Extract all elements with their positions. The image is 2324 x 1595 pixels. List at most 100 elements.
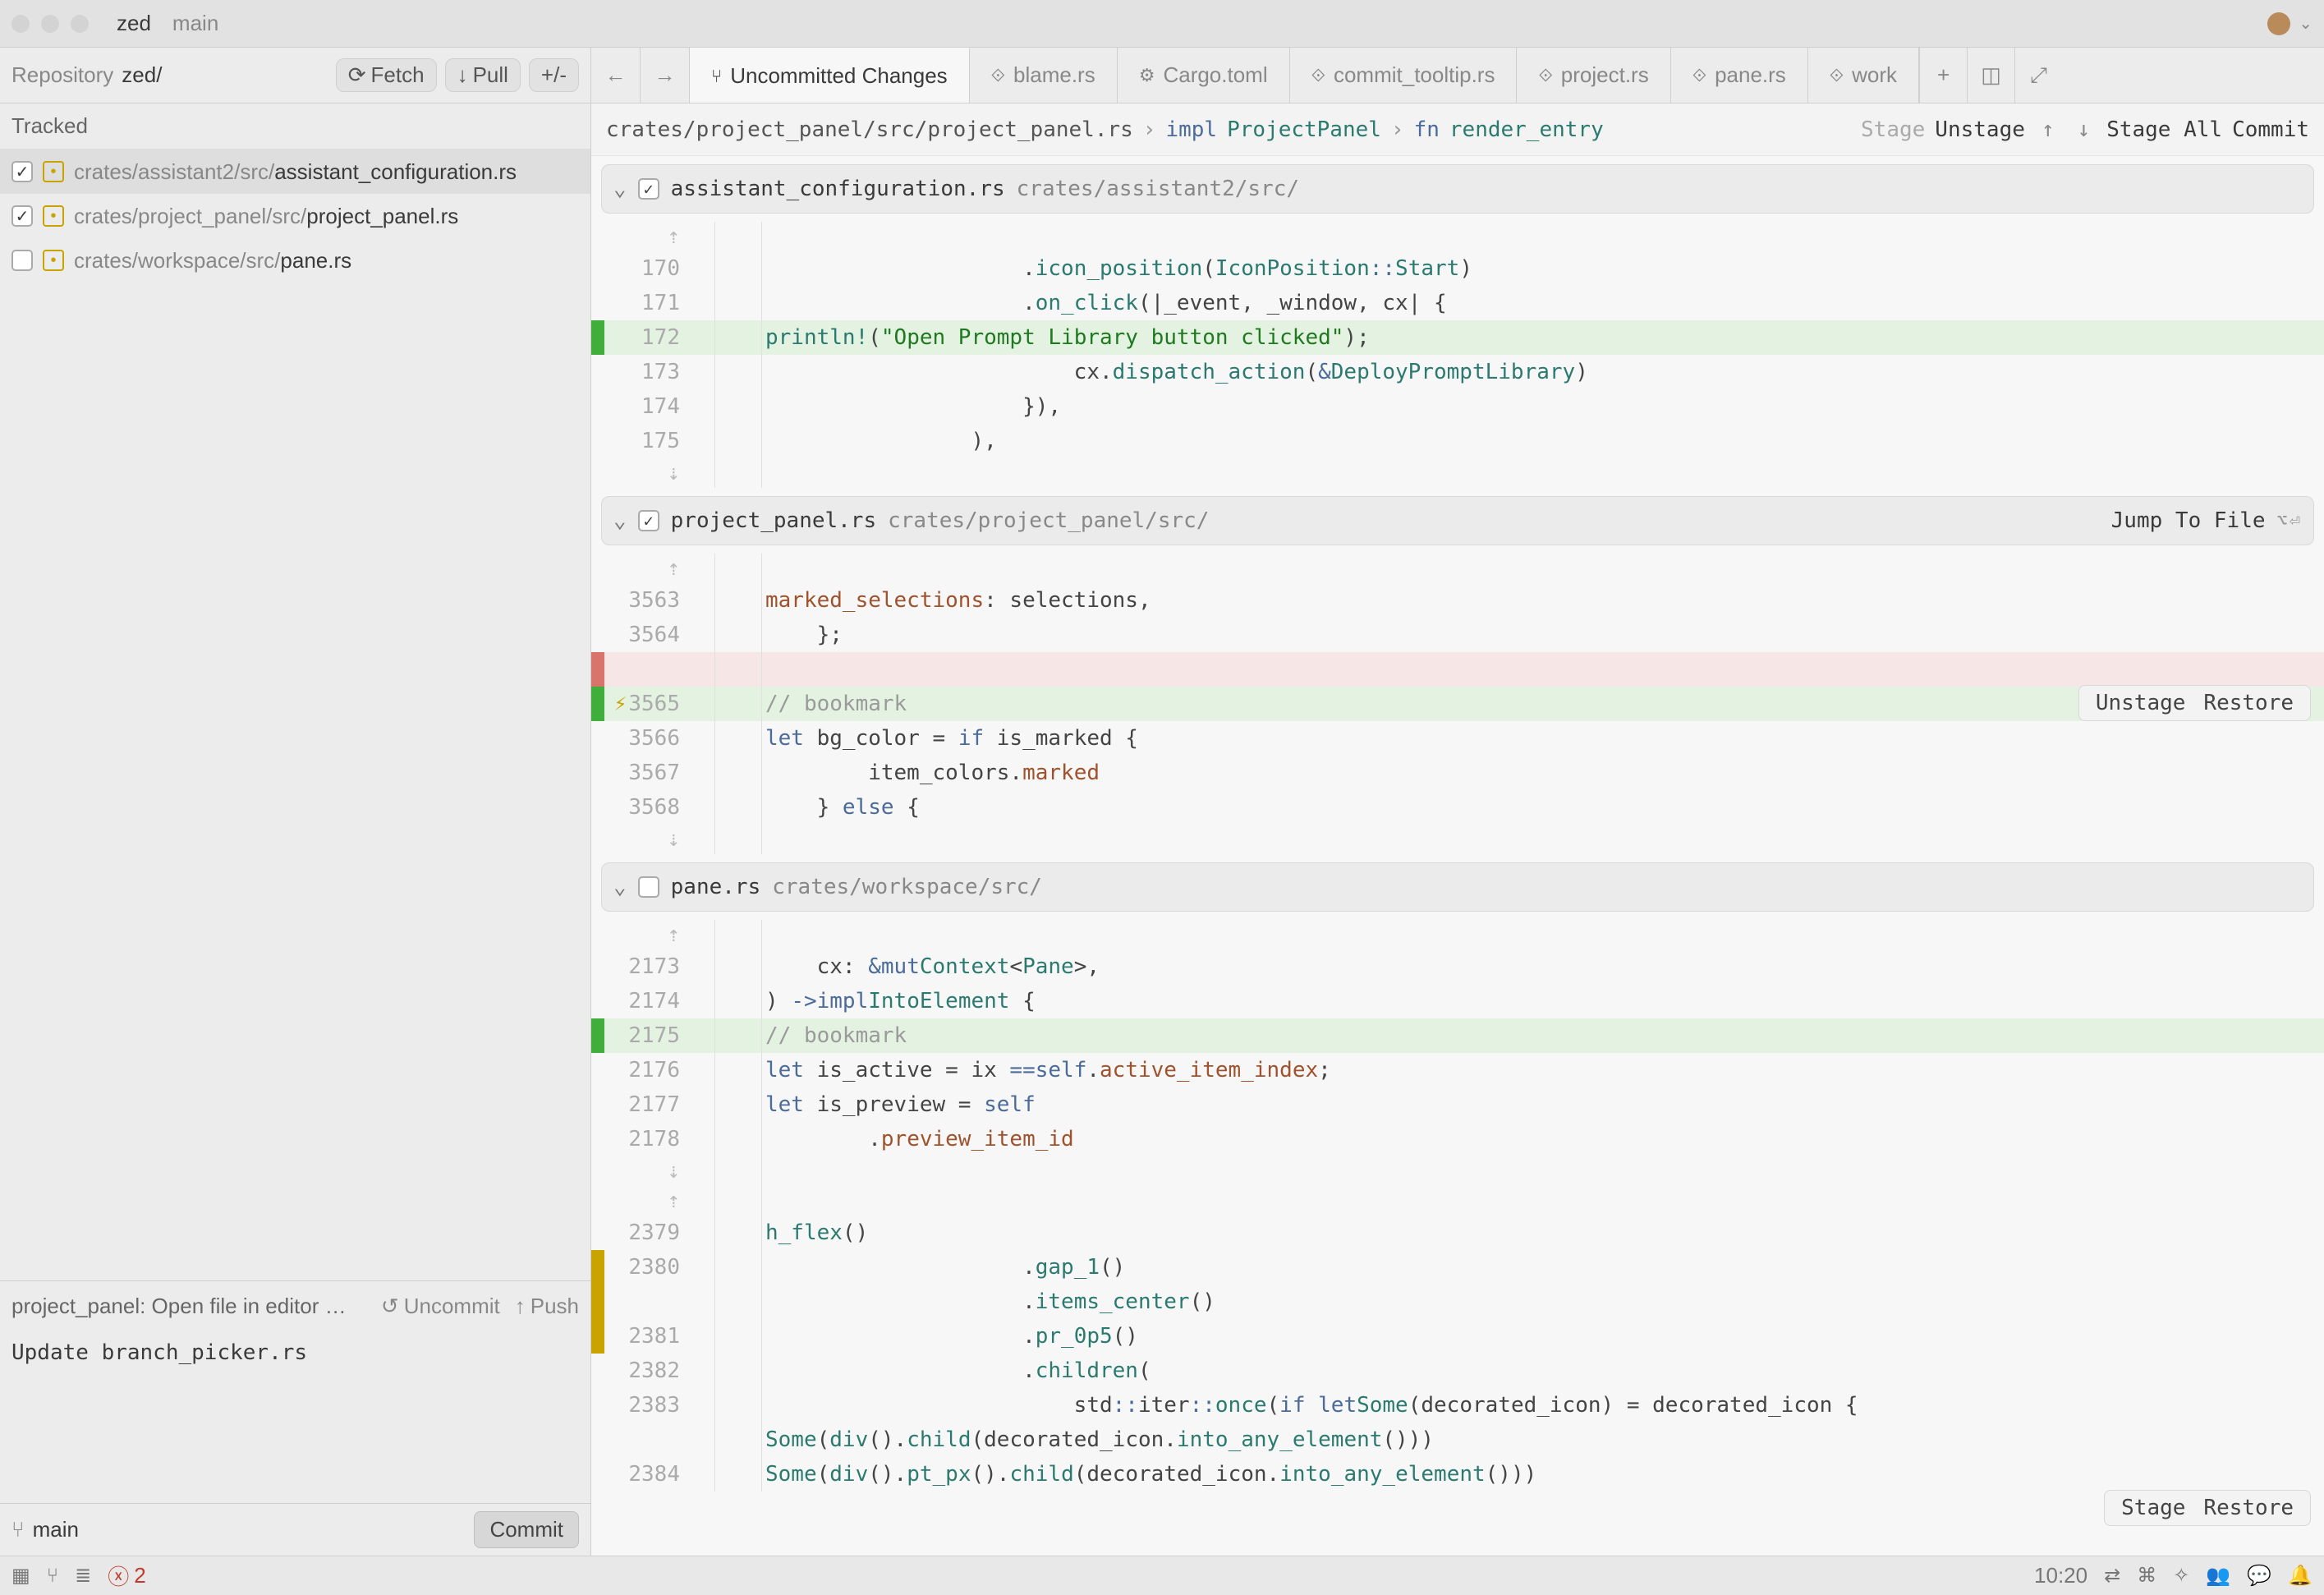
- collab-icon[interactable]: 👥: [2206, 1564, 2230, 1588]
- file-header[interactable]: ⌄ project_panel.rs crates/project_panel/…: [601, 496, 2314, 545]
- stage-checkbox[interactable]: [11, 205, 33, 227]
- prev-hunk-icon[interactable]: ↑: [2035, 117, 2061, 142]
- tab[interactable]: ⟐pane.rs: [1671, 48, 1808, 103]
- commit-message-input[interactable]: Update branch_picker.rs: [0, 1331, 590, 1503]
- file-name: assistant_configuration.rs: [671, 177, 1005, 201]
- maximize-button[interactable]: ⤢: [2014, 48, 2062, 103]
- file-list: crates/assistant2/src/assistant_configur…: [0, 149, 590, 1280]
- git-icon[interactable]: ⑂: [47, 1565, 58, 1588]
- tab[interactable]: ⑂Uncommitted Changes: [690, 48, 970, 103]
- tab[interactable]: ⚙Cargo.toml: [1118, 48, 1290, 103]
- nav-back-button[interactable]: ←: [591, 48, 641, 103]
- file-path: crates/project_panel/src/project_panel.r…: [74, 204, 458, 229]
- file-row[interactable]: crates/assistant2/src/assistant_configur…: [0, 149, 590, 194]
- file-row[interactable]: crates/project_panel/src/project_panel.r…: [0, 194, 590, 238]
- code-line: 2177 let is_preview = self: [591, 1087, 2324, 1122]
- tab-icon: ⚙: [1139, 65, 1155, 86]
- tab-icon: ⑂: [711, 66, 722, 87]
- branch-label[interactable]: main: [33, 1517, 79, 1542]
- unstage-hunk-button[interactable]: Unstage: [2089, 691, 2193, 715]
- breadcrumb: crates/project_panel/src/project_panel.r…: [591, 103, 2324, 156]
- diff-view[interactable]: ⌄ assistant_configuration.rs crates/assi…: [591, 156, 2324, 1556]
- code-line: 171 .on_click(|_event, _window, cx| {: [591, 286, 2324, 320]
- tab[interactable]: ⟐ blame.rs: [970, 48, 1118, 103]
- restore-hunk-button[interactable]: Restore: [2197, 691, 2300, 715]
- close-dot[interactable]: [11, 15, 30, 33]
- git-panel: Repository zed/ ⟳ Fetch ↓ Pull +/- Track…: [0, 48, 591, 1556]
- bell-icon[interactable]: 🔔: [2288, 1564, 2313, 1588]
- outline-icon[interactable]: ≣: [75, 1564, 91, 1588]
- unstage-button[interactable]: Unstage: [1935, 117, 2025, 142]
- diagnostics-button[interactable]: ⓧ2: [108, 1561, 145, 1591]
- expand-down-icon[interactable]: ⇣: [604, 825, 690, 854]
- branch-name[interactable]: main: [172, 11, 218, 36]
- pull-button[interactable]: ↓ Pull: [445, 58, 521, 92]
- expand-down-icon[interactable]: ⇣: [604, 1156, 690, 1186]
- new-tab-button[interactable]: +: [1919, 48, 1967, 103]
- modified-icon: [43, 205, 64, 227]
- tab-label: project.rs: [1561, 62, 1649, 88]
- hunk-actions: UnstageRestore: [2078, 685, 2311, 721]
- file-header[interactable]: ⌄ pane.rs crates/workspace/src/: [601, 862, 2314, 912]
- tab-label: blame.rs: [1013, 62, 1095, 88]
- restore-hunk-button[interactable]: Restore: [2197, 1496, 2300, 1520]
- crumb-kw-fn: fn: [1414, 117, 1440, 142]
- crumb-type[interactable]: ProjectPanel: [1227, 117, 1381, 142]
- file-stage-checkbox[interactable]: [638, 876, 659, 898]
- crumb-path[interactable]: crates/project_panel/src/project_panel.r…: [606, 117, 1133, 142]
- keybind-hint: ⌥⏎: [2277, 511, 2303, 531]
- split-button[interactable]: ◫: [1967, 48, 2014, 103]
- commit-area: project_panel: Open file in editor … ↺Un…: [0, 1280, 590, 1556]
- code-line: 173 cx.dispatch_action(&DeployPromptLibr…: [591, 355, 2324, 389]
- repo-name[interactable]: zed/: [122, 62, 162, 88]
- next-hunk-icon[interactable]: ↓: [2071, 117, 2097, 142]
- chevron-down-icon[interactable]: ⌄: [613, 508, 627, 533]
- chat-icon[interactable]: 💬: [2247, 1564, 2271, 1588]
- min-dot[interactable]: [41, 15, 59, 33]
- file-stage-checkbox[interactable]: [638, 510, 659, 531]
- code-line: 174 }),: [591, 389, 2324, 424]
- tab-icon: ⟐: [991, 65, 1005, 86]
- push-button[interactable]: ↑Push: [515, 1294, 579, 1319]
- jump-to-file-button[interactable]: Jump To File: [2111, 508, 2266, 533]
- chevron-down-icon[interactable]: ⌄: [2299, 13, 2313, 34]
- chevron-down-icon[interactable]: ⌄: [613, 875, 627, 899]
- tab[interactable]: ⟐commit_tooltip.rs: [1290, 48, 1518, 103]
- expand-up-icon[interactable]: ⇡: [604, 222, 690, 251]
- file-header[interactable]: ⌄ assistant_configuration.rs crates/assi…: [601, 164, 2314, 214]
- commit-button[interactable]: Commit: [474, 1511, 579, 1548]
- expand-down-icon[interactable]: ⇣: [604, 458, 690, 488]
- expand-up-icon[interactable]: ⇡: [604, 920, 690, 949]
- terminal-icon[interactable]: ⌘: [2137, 1564, 2156, 1588]
- fetch-button[interactable]: ⟳ Fetch: [336, 58, 437, 92]
- code-line: 3566 let bg_color = if is_marked {: [591, 721, 2324, 756]
- file-stage-checkbox[interactable]: [638, 178, 659, 200]
- stage-checkbox[interactable]: [11, 250, 33, 271]
- commit-inline-button[interactable]: Commit: [2232, 117, 2309, 142]
- avatar[interactable]: [2267, 12, 2290, 35]
- stage-dim[interactable]: Stage: [1861, 117, 1925, 142]
- stage-checkbox[interactable]: [11, 161, 33, 182]
- file-row[interactable]: crates/workspace/src/pane.rs: [0, 238, 590, 283]
- ai-icon[interactable]: ✧: [2173, 1564, 2189, 1588]
- tab[interactable]: ⟐project.rs: [1517, 48, 1670, 103]
- stage-toggle-button[interactable]: +/-: [529, 58, 579, 92]
- last-commit-msg[interactable]: project_panel: Open file in editor …: [11, 1294, 366, 1319]
- crumb-kw-impl: impl: [1165, 117, 1217, 142]
- project-name[interactable]: zed: [117, 11, 151, 36]
- uncommit-button[interactable]: ↺Uncommit: [381, 1294, 500, 1319]
- code-line: [591, 652, 2324, 687]
- stage-all-button[interactable]: Stage All: [2106, 117, 2222, 142]
- repo-label: Repository: [11, 62, 113, 88]
- panel-left-icon[interactable]: ▦: [11, 1564, 30, 1588]
- expand-up-icon[interactable]: ⇡: [604, 1186, 690, 1216]
- crumb-fn[interactable]: render_entry: [1449, 117, 1604, 142]
- stage-hunk-button[interactable]: Stage: [2115, 1496, 2192, 1520]
- chevron-down-icon[interactable]: ⌄: [613, 177, 627, 201]
- max-dot[interactable]: [71, 15, 89, 33]
- sync-icon[interactable]: ⇄: [2104, 1564, 2120, 1588]
- nav-fwd-button[interactable]: →: [641, 48, 690, 103]
- expand-up-icon[interactable]: ⇡: [604, 554, 690, 583]
- tab-icon: ⟐: [1311, 65, 1325, 86]
- tab[interactable]: ⟐work: [1808, 48, 1919, 103]
